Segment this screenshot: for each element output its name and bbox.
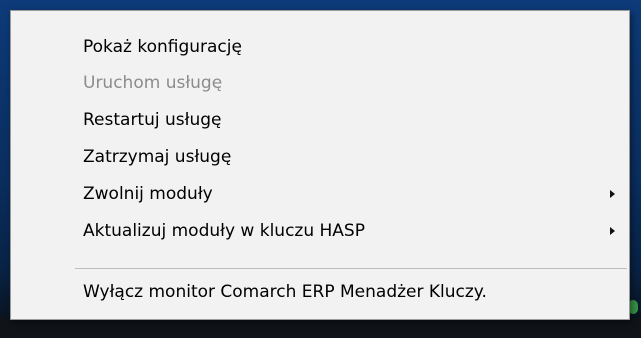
menu-item-stop-service[interactable]: Zatrzymaj usługę <box>13 141 627 174</box>
context-menu: Pokaż konfigurację Uruchom usługę Restar… <box>10 10 630 320</box>
menu-item-exit-monitor[interactable]: Wyłącz monitor Comarch ERP Menadżer Kluc… <box>13 276 627 309</box>
taskbar <box>0 318 641 338</box>
menu-item-release-modules[interactable]: Zwolnij moduły <box>13 178 627 211</box>
menu-item-label: Wyłącz monitor Comarch ERP Menadżer Kluc… <box>83 282 487 302</box>
chevron-right-icon <box>610 227 615 235</box>
menu-item-label: Uruchom usługę <box>83 73 223 93</box>
menu-item-update-hasp-modules[interactable]: Aktualizuj moduły w kluczu HASP <box>13 215 627 248</box>
chevron-right-icon <box>610 190 615 198</box>
menu-item-label: Zwolnij moduły <box>83 184 213 204</box>
menu-item-show-configuration[interactable]: Pokaż konfigurację <box>13 31 627 64</box>
menu-item-label: Aktualizuj moduły w kluczu HASP <box>83 221 365 241</box>
menu-item-label: Zatrzymaj usługę <box>83 147 232 167</box>
menu-separator <box>75 268 627 269</box>
menu-item-restart-service[interactable]: Restartuj usługę <box>13 104 627 137</box>
menu-item-label: Restartuj usługę <box>83 110 222 130</box>
menu-item-label: Pokaż konfigurację <box>83 37 242 57</box>
menu-item-start-service: Uruchom usługę <box>13 67 627 100</box>
